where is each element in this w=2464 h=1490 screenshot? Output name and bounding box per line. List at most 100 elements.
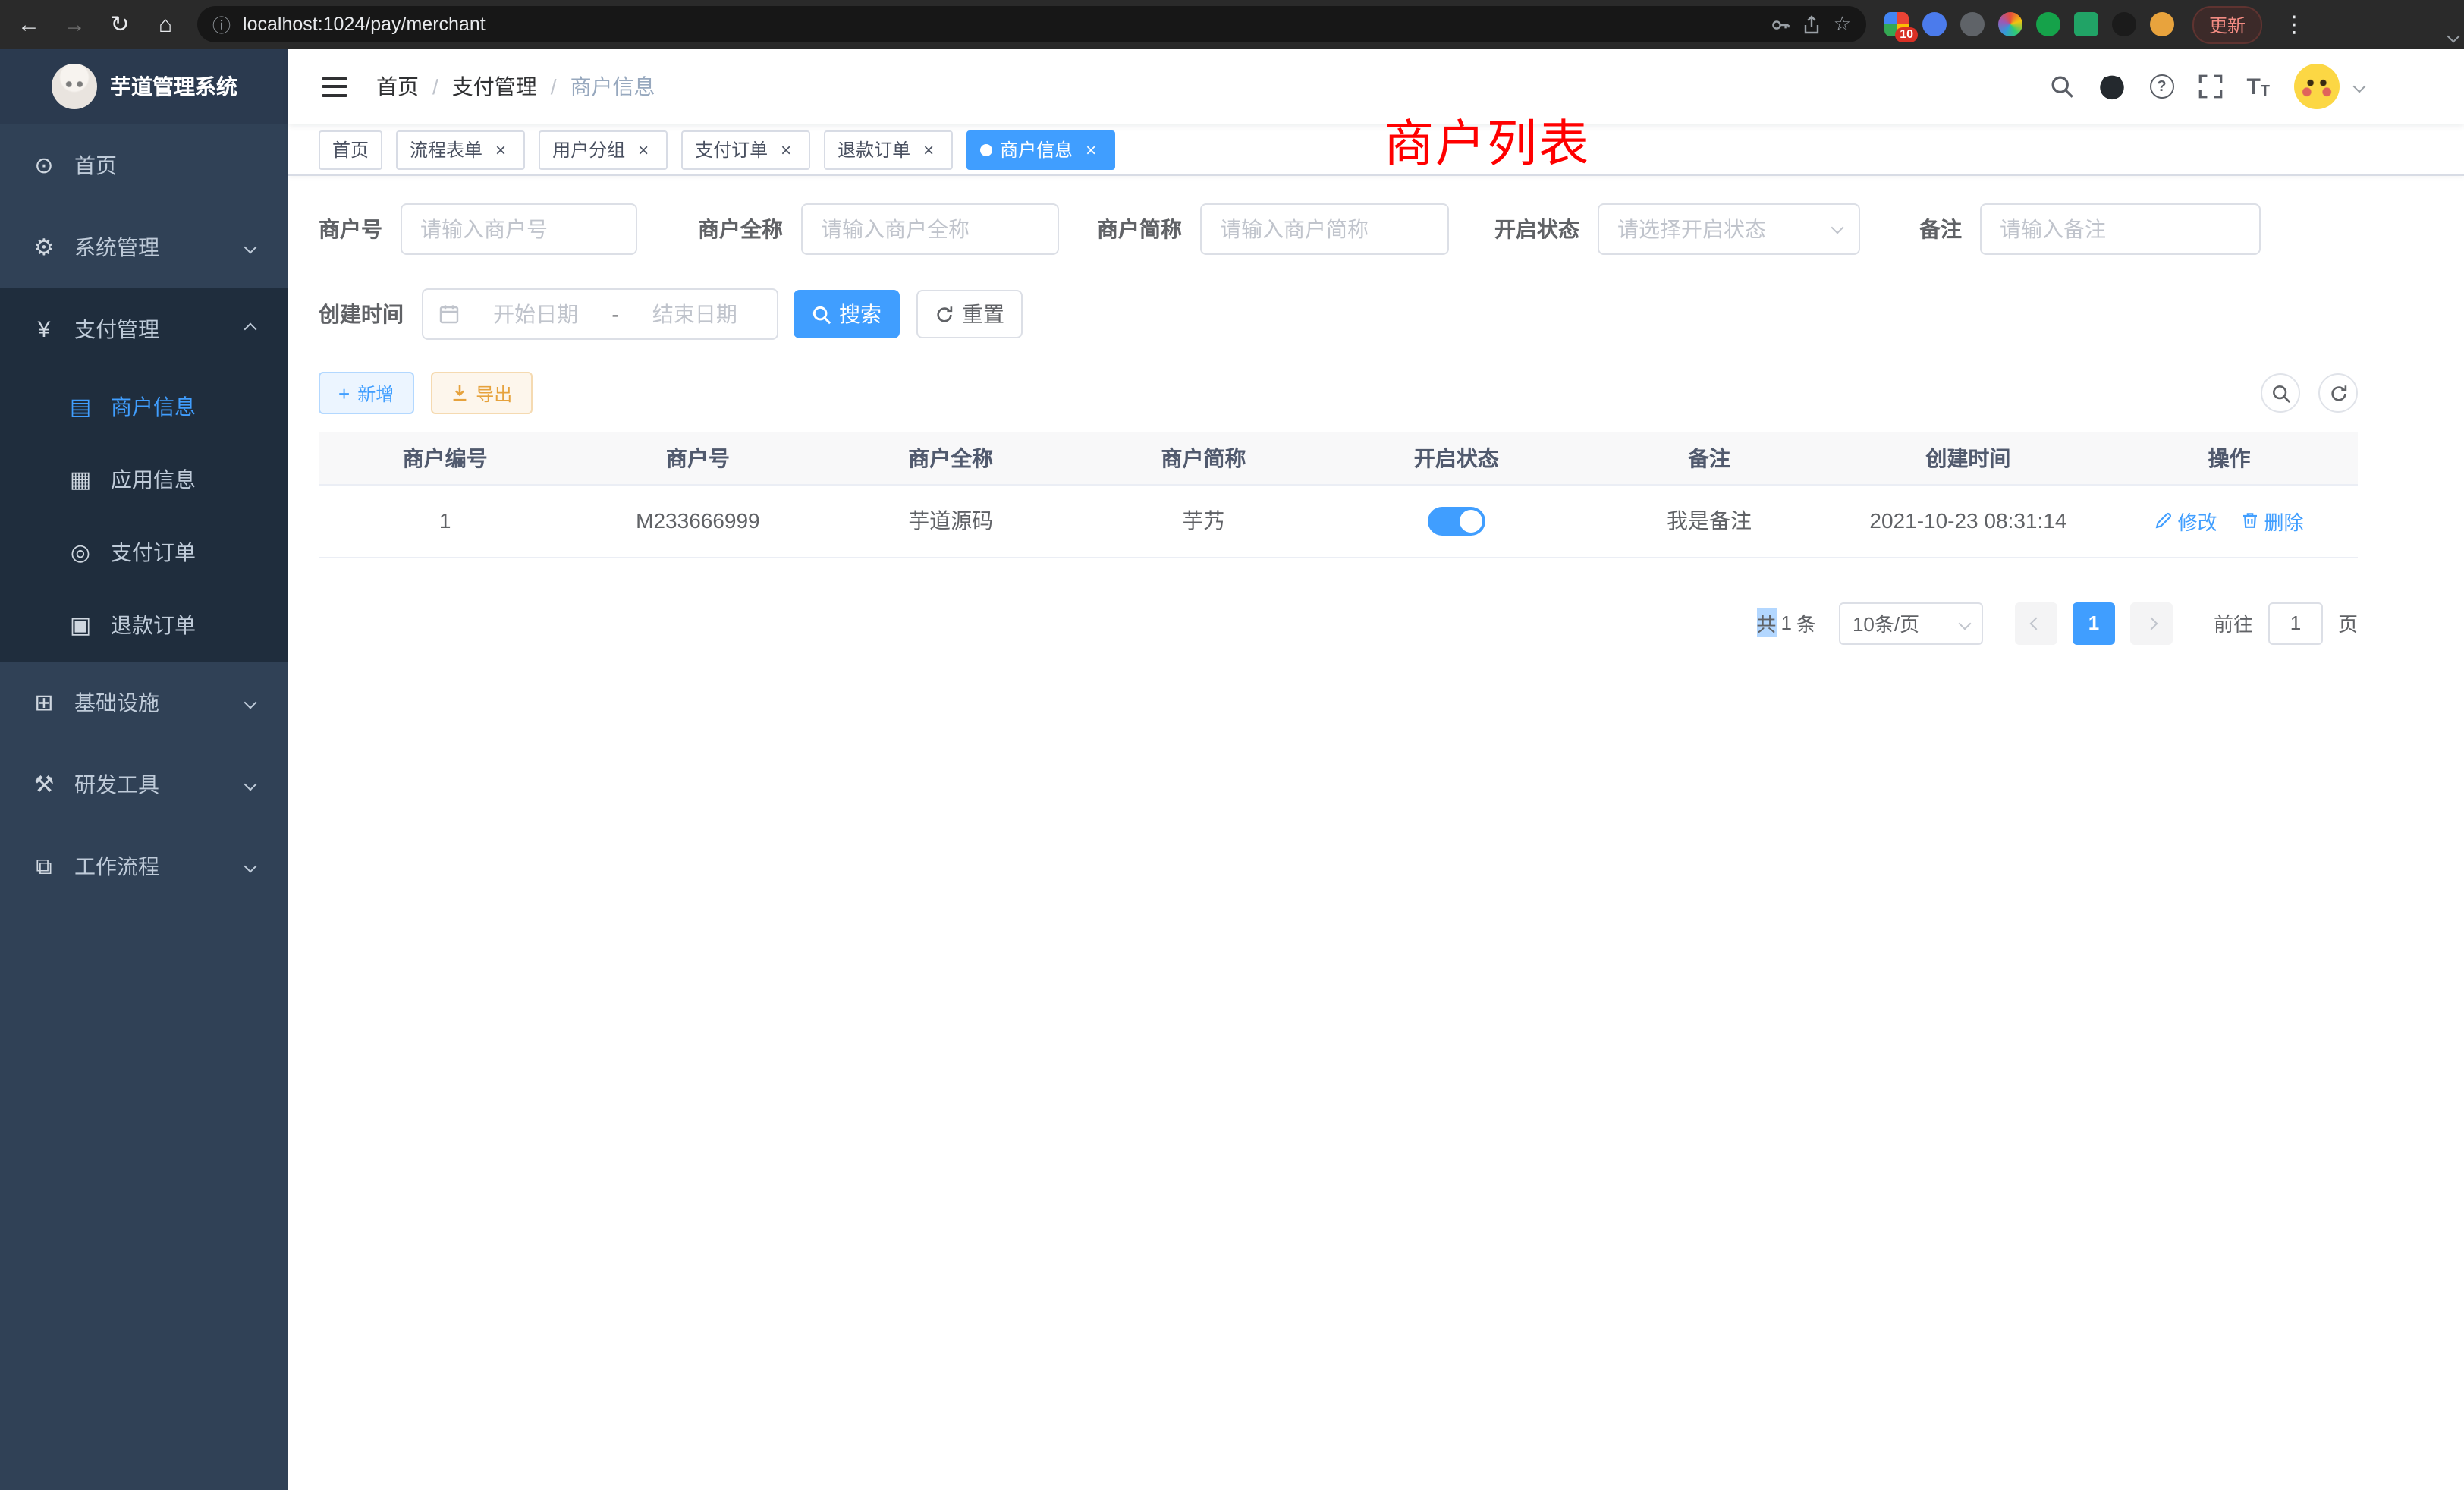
tab-process-form[interactable]: 流程表单 × (396, 130, 525, 169)
extension-blue-icon[interactable] (1922, 12, 1947, 36)
sidebar-item-system[interactable]: ⚙ 系统管理 (0, 206, 288, 288)
browser-update-button[interactable]: 更新 (2192, 5, 2262, 43)
create-time-range-picker[interactable]: 开始日期 - 结束日期 (422, 288, 778, 340)
col-header-status: 开启状态 (1330, 432, 1582, 484)
app-title: 芋道管理系统 (110, 71, 237, 102)
reload-icon[interactable]: ↻ (106, 13, 134, 36)
status-toggle[interactable] (1428, 506, 1485, 535)
tab-pay-order[interactable]: 支付订单 × (681, 130, 810, 169)
site-info-icon[interactable]: ⓘ (212, 11, 231, 37)
breadcrumb-item-current: 商户信息 (570, 71, 655, 102)
edit-link[interactable]: 修改 (2155, 506, 2217, 535)
extension-avatar-icon[interactable] (2150, 12, 2174, 36)
page-1-button[interactable]: 1 (2073, 602, 2115, 644)
full-name-input[interactable] (801, 203, 1059, 255)
tab-home[interactable]: 首页 (319, 130, 382, 169)
bookmark-star-icon[interactable]: ☆ (1834, 12, 1851, 36)
chevron-down-icon (244, 778, 257, 791)
plus-icon: + (338, 383, 350, 403)
browser-menu-icon[interactable]: ⋮ (2280, 13, 2308, 36)
total-number: 1 (1780, 611, 1791, 634)
fullscreen-icon[interactable] (2198, 74, 2222, 99)
search-button[interactable]: 搜索 (794, 290, 900, 338)
sidebar-item-pay-order[interactable]: ◎ 支付订单 (0, 516, 288, 589)
tab-close-icon[interactable]: × (918, 139, 939, 160)
tab-label: 首页 (332, 137, 369, 162)
sidebar-item-home[interactable]: ⊙ 首页 (0, 124, 288, 206)
col-header-full-name: 商户全称 (825, 432, 1077, 484)
sidebar-item-merchant-info[interactable]: ▤ 商户信息 (0, 370, 288, 443)
share-icon[interactable] (1803, 14, 1821, 34)
extension-green-square-icon[interactable] (2074, 12, 2098, 36)
pay-order-icon: ◎ (67, 539, 94, 566)
infrastructure-icon: ⊞ (30, 689, 58, 716)
add-button[interactable]: + 新增 (319, 372, 413, 414)
sidebar-item-label: 退款订单 (111, 610, 258, 640)
user-avatar[interactable] (2294, 64, 2340, 109)
font-size-icon[interactable]: TT (2246, 74, 2270, 99)
sidebar-toggle-icon[interactable] (322, 77, 347, 96)
toggle-search-button[interactable] (2261, 373, 2300, 413)
breadcrumb-item[interactable]: 支付管理 (452, 71, 537, 102)
extension-green-circle-icon[interactable] (2036, 12, 2060, 36)
delete-link[interactable]: 删除 (2241, 506, 2303, 535)
forward-icon[interactable]: → (61, 13, 88, 36)
page-size-select[interactable]: 10条/页 (1839, 602, 1983, 644)
sidebar-item-dev-tools[interactable]: ⚒ 研发工具 (0, 743, 288, 825)
help-icon[interactable]: ? (2149, 74, 2173, 99)
toggle-knob (1460, 509, 1482, 532)
chevron-down-icon (244, 696, 257, 709)
table-row: 1 M233666999 芋道源码 芋艿 我是备注 2021-10-23 08:… (319, 484, 2358, 557)
dashboard-icon: ⊙ (30, 152, 58, 179)
profile-caret-icon[interactable] (2447, 30, 2460, 43)
reset-button[interactable]: 重置 (916, 290, 1023, 338)
tab-close-icon[interactable]: × (633, 139, 654, 160)
chevron-down-icon (1831, 222, 1844, 234)
search-icon[interactable] (2049, 74, 2073, 99)
download-icon (450, 384, 468, 402)
status-select[interactable]: 请选择开启状态 (1598, 203, 1860, 255)
edit-pen-icon (2155, 511, 2173, 530)
sidebar-item-label: 研发工具 (74, 769, 229, 800)
breadcrumb-item[interactable]: 首页 (376, 71, 419, 102)
tab-close-icon[interactable]: × (1080, 139, 1102, 160)
sidebar-item-app-info[interactable]: ▦ 应用信息 (0, 443, 288, 516)
github-icon[interactable] (2098, 73, 2125, 100)
tab-close-icon[interactable]: × (775, 139, 797, 160)
merchant-no-input[interactable] (401, 203, 637, 255)
extension-multicolor-icon[interactable] (1998, 12, 2022, 36)
tab-user-group[interactable]: 用户分组 × (539, 130, 668, 169)
add-button-label: 新增 (357, 380, 394, 406)
url-text[interactable]: localhost:1024/pay/merchant (243, 14, 1759, 35)
short-name-input[interactable] (1200, 203, 1449, 255)
extension-black-icon[interactable] (2112, 12, 2136, 36)
create-time-label: 创建时间 (319, 299, 404, 329)
sidebar-item-payment[interactable]: ¥ 支付管理 (0, 288, 288, 370)
address-bar[interactable]: ⓘ localhost:1024/pay/merchant ☆ (197, 6, 1866, 42)
refresh-table-button[interactable] (2318, 373, 2358, 413)
prev-page-button[interactable] (2015, 602, 2057, 644)
chevron-down-icon (244, 860, 257, 873)
avatar-caret-icon[interactable] (2353, 80, 2366, 93)
workflow-icon: ⧉ (30, 853, 58, 879)
app-logo-bar[interactable]: 芋道管理系统 (0, 49, 288, 124)
home-icon[interactable]: ⌂ (152, 13, 179, 36)
sidebar-item-workflow[interactable]: ⧉ 工作流程 (0, 825, 288, 907)
tab-merchant-info[interactable]: 商户信息 × (966, 130, 1115, 169)
goto-page-input[interactable] (2268, 602, 2323, 644)
password-key-icon[interactable] (1771, 14, 1791, 34)
delete-label: 删除 (2264, 506, 2303, 535)
sidebar-item-refund-order[interactable]: ▣ 退款订单 (0, 589, 288, 662)
export-button[interactable]: 导出 (430, 372, 532, 414)
merchant-card-icon: ▤ (67, 393, 94, 420)
back-icon[interactable]: ← (15, 13, 42, 36)
extension-gray-icon[interactable] (1960, 12, 1985, 36)
col-header-actions: 操作 (2101, 432, 2358, 484)
remark-input[interactable] (1980, 203, 2261, 255)
sidebar-item-infrastructure[interactable]: ⊞ 基础设施 (0, 662, 288, 743)
tab-refund-order[interactable]: 退款订单 × (824, 130, 953, 169)
extension-grid-icon[interactable]: 10 (1884, 12, 1909, 36)
tab-close-icon[interactable]: × (490, 139, 511, 160)
next-page-button[interactable] (2130, 602, 2173, 644)
chevron-up-icon (244, 323, 257, 336)
